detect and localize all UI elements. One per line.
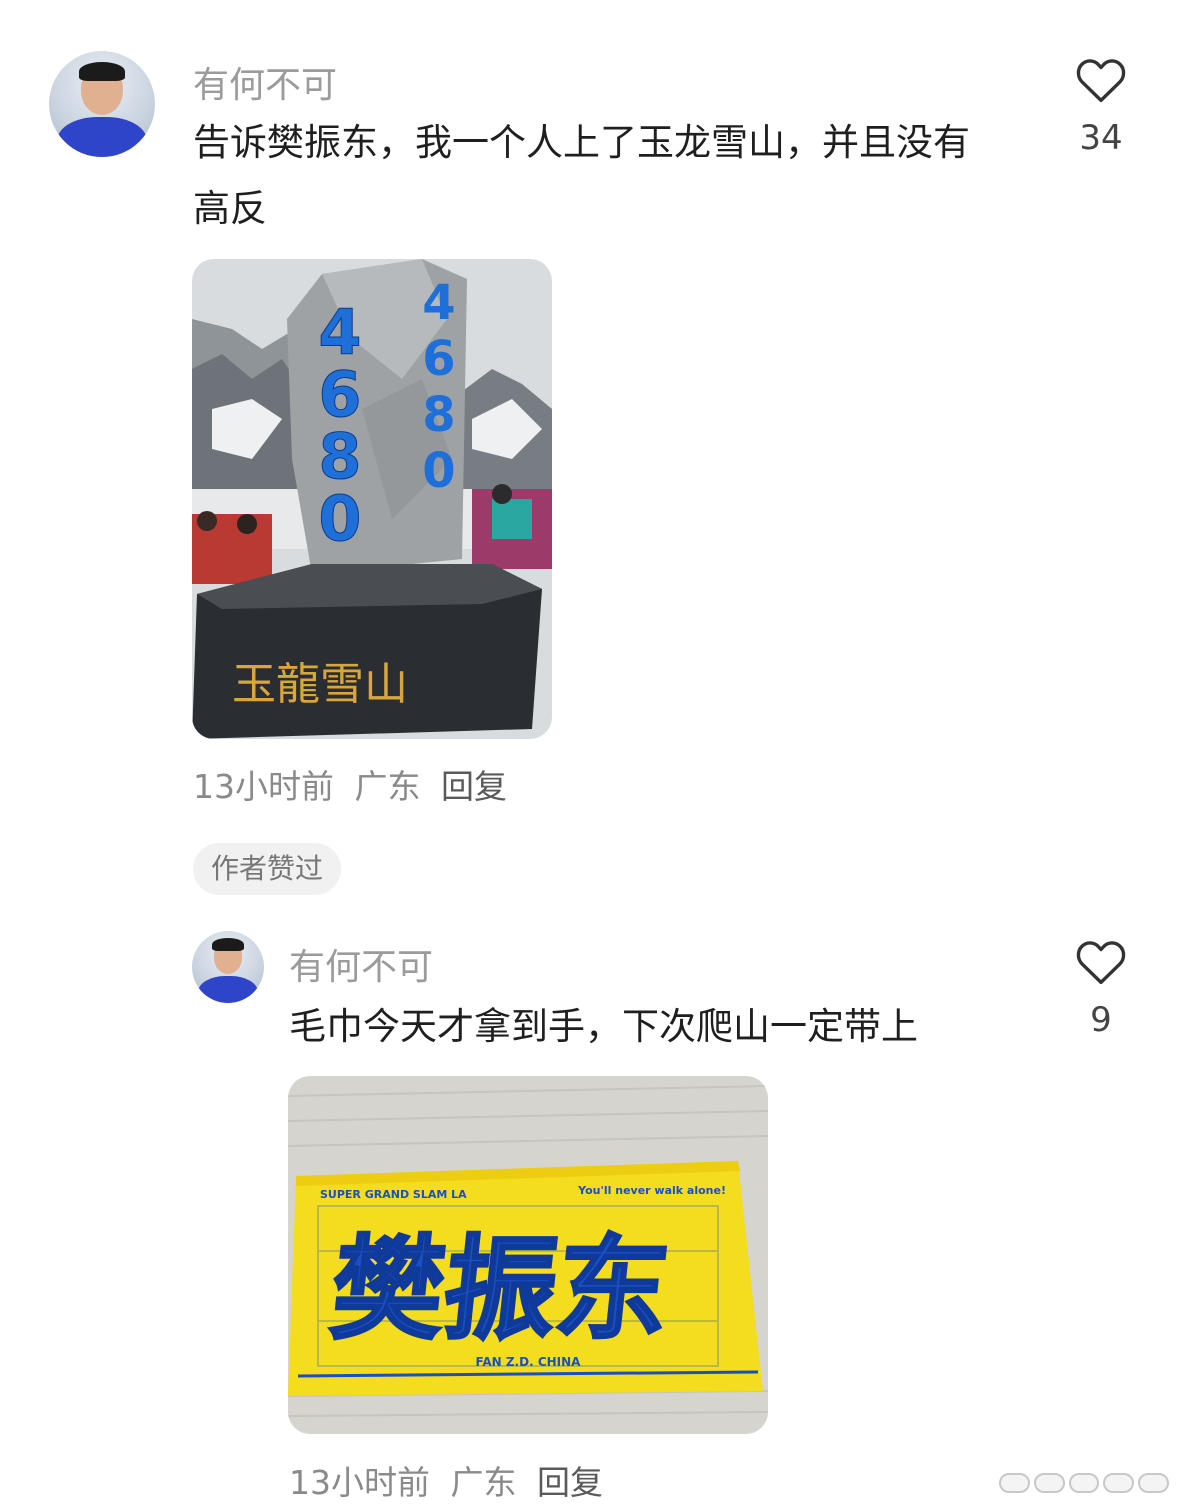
- scroll-segment: [1033, 1473, 1065, 1493]
- towel-top-left-text: SUPER GRAND SLAM LA: [320, 1188, 467, 1201]
- towel-photo: SUPER GRAND SLAM LA You'll never walk al…: [288, 1076, 768, 1434]
- reply-location: 广东: [450, 1463, 517, 1502]
- avatar[interactable]: [49, 51, 155, 157]
- author-liked-badge: 作者赞过: [193, 843, 342, 895]
- avatar-hair: [212, 938, 244, 952]
- towel-name-text: 樊振东: [326, 1225, 676, 1355]
- scroll-segment: [1138, 1473, 1169, 1493]
- comment-time: 13小时前: [193, 767, 334, 806]
- reply-meta: 13小时前 广东 回复: [289, 1456, 613, 1504]
- avatar-hair: [78, 61, 126, 81]
- scroll-indicator[interactable]: [999, 1473, 1169, 1493]
- snow-mountain-photo: 4680 4680 玉龍雪山: [192, 259, 552, 739]
- comment-text: 告诉樊振东，我一个人上了玉龙雪山，并且没有高反: [193, 121, 970, 230]
- plaque-text: 玉龍雪山: [232, 659, 408, 710]
- stone-number-side: 4680: [422, 275, 454, 499]
- like-button[interactable]: 34: [1066, 54, 1136, 158]
- towel-top-right-text: You'll never walk alone!: [577, 1184, 726, 1197]
- heart-icon: [1076, 59, 1126, 103]
- comment-image[interactable]: 4680 4680 玉龍雪山: [192, 259, 552, 739]
- stone-number-front: 4680: [318, 296, 359, 555]
- avatar[interactable]: [192, 931, 264, 1003]
- like-count: 9: [1090, 1000, 1112, 1040]
- like-count: 34: [1079, 118, 1123, 158]
- comment-meta: 13小时前 广东 回复: [193, 760, 517, 808]
- reply-image[interactable]: SUPER GRAND SLAM LA You'll never walk al…: [288, 1076, 768, 1434]
- scroll-segment: [1103, 1473, 1135, 1493]
- scroll-segment: [1068, 1473, 1100, 1493]
- towel-bottom-text: FAN Z.D. CHINA: [476, 1355, 582, 1369]
- reply-time: 13小时前: [289, 1463, 430, 1502]
- reply-button[interactable]: 回复: [441, 767, 507, 806]
- like-button[interactable]: 9: [1066, 936, 1136, 1040]
- avatar-shirt: [57, 116, 147, 157]
- reply-text: 毛巾今天才拿到手，下次爬山一定带上: [289, 1005, 918, 1048]
- avatar-shirt: [197, 975, 259, 1003]
- comment-username[interactable]: 有何不可: [193, 56, 337, 108]
- reply-username[interactable]: 有何不可: [289, 938, 433, 990]
- comment-location: 广东: [354, 767, 421, 806]
- reply-button[interactable]: 回复: [537, 1463, 603, 1502]
- scroll-segment: [999, 1473, 1030, 1493]
- heart-icon: [1076, 941, 1126, 985]
